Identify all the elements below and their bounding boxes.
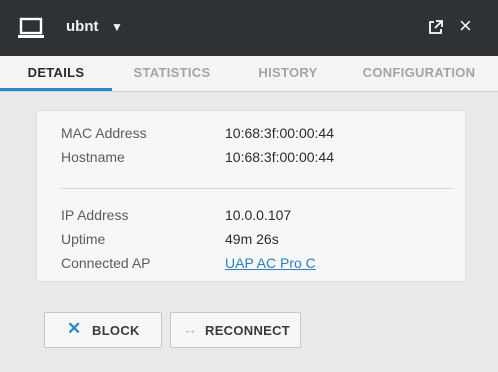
client-details-panel: ubnt ▼ × DETAILS STATISTICS HISTORY CONF… bbox=[0, 0, 498, 372]
ip-address-label: IP Address bbox=[61, 207, 129, 223]
connected-ap-link[interactable]: UAP AC Pro C bbox=[225, 255, 316, 271]
connected-ap-value: UAP AC Pro C bbox=[225, 255, 316, 271]
laptop-icon bbox=[18, 17, 44, 38]
close-icon[interactable]: × bbox=[459, 15, 472, 37]
uptime-row: Uptime 49m 26s bbox=[61, 231, 279, 247]
ip-address-value: 10.0.0.107 bbox=[225, 207, 292, 223]
window-title[interactable]: ubnt bbox=[66, 18, 98, 35]
mac-address-value: 10:68:3f:00:00:44 bbox=[225, 125, 334, 141]
tab-history[interactable]: HISTORY bbox=[240, 56, 336, 91]
details-content: MAC Address 10:68:3f:00:00:44 Hostname 1… bbox=[0, 92, 498, 372]
block-button[interactable]: ✕ BLOCK bbox=[44, 312, 162, 348]
mac-address-row: MAC Address 10:68:3f:00:00:44 bbox=[61, 125, 334, 141]
divider bbox=[61, 188, 453, 189]
tab-bar: DETAILS STATISTICS HISTORY CONFIGURATION bbox=[0, 56, 498, 92]
reconnect-button[interactable]: ↔ RECONNECT bbox=[170, 312, 301, 348]
hostname-row: Hostname 10:68:3f:00:00:44 bbox=[61, 149, 334, 165]
mac-address-label: MAC Address bbox=[61, 125, 147, 141]
reconnect-arrows-icon: ↔ bbox=[183, 321, 197, 337]
hostname-label: Hostname bbox=[61, 149, 125, 165]
popout-icon[interactable] bbox=[428, 20, 443, 35]
reconnect-button-label: RECONNECT bbox=[205, 323, 291, 338]
connected-ap-label: Connected AP bbox=[61, 255, 151, 271]
connected-ap-row: Connected AP UAP AC Pro C bbox=[61, 255, 316, 271]
uptime-label: Uptime bbox=[61, 231, 106, 247]
tab-statistics[interactable]: STATISTICS bbox=[120, 56, 224, 91]
ip-address-row: IP Address 10.0.0.107 bbox=[61, 207, 291, 223]
close-x-icon: ✕ bbox=[67, 319, 82, 338]
tab-configuration[interactable]: CONFIGURATION bbox=[346, 56, 492, 91]
uptime-value: 49m 26s bbox=[225, 231, 279, 247]
block-button-label: BLOCK bbox=[92, 323, 140, 338]
tab-details[interactable]: DETAILS bbox=[0, 56, 112, 91]
hostname-value: 10:68:3f:00:00:44 bbox=[225, 149, 334, 165]
caret-down-icon[interactable]: ▼ bbox=[111, 20, 123, 34]
title-bar: ubnt ▼ × bbox=[0, 0, 498, 56]
details-card: MAC Address 10:68:3f:00:00:44 Hostname 1… bbox=[36, 110, 466, 282]
